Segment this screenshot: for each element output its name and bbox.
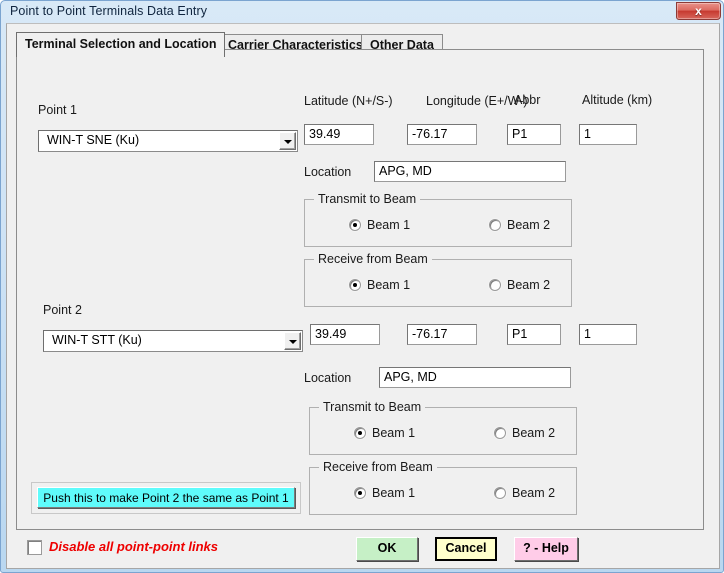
point1-terminal-value: WIN-T SNE (Ku) (47, 133, 140, 147)
point1-transmit-beam1-label: Beam 1 (367, 218, 411, 232)
chevron-down-icon[interactable] (279, 132, 296, 150)
client-area: Terminal Selection and Location Carrier … (6, 23, 720, 569)
tab-page-terminal-selection: Latitude (N+/S-) Longitude (E+/W-) Abbr … (16, 49, 704, 530)
close-icon[interactable]: x (676, 2, 721, 20)
chevron-down-icon[interactable] (284, 332, 301, 350)
radio-dot-icon (489, 219, 501, 231)
longitude-header: Longitude (E+/W-) (426, 94, 528, 108)
point2-terminal-combobox[interactable]: WIN-T STT (Ku) (43, 330, 303, 352)
point2-transmit-beam1-label: Beam 1 (372, 426, 416, 440)
disable-all-point-point-links-checkbox[interactable] (27, 540, 42, 555)
point2-terminal-value: WIN-T STT (Ku) (52, 333, 142, 347)
titlebar: Point to Point Terminals Data Entry x (1, 1, 723, 23)
point1-longitude-input[interactable]: -76.17 (407, 124, 477, 145)
point2-transmit-group-title: Transmit to Beam (319, 400, 426, 414)
tab-terminal-selection-and-location[interactable]: Terminal Selection and Location (16, 32, 226, 57)
point2-latitude-input[interactable]: 39.49 (310, 324, 380, 345)
dialog-window: Point to Point Terminals Data Entry x Te… (0, 0, 724, 573)
point2-receive-beam2-label: Beam 2 (512, 486, 556, 500)
point1-abbr-input[interactable]: P1 (507, 124, 561, 145)
radio-dot-icon (489, 279, 501, 291)
cancel-button[interactable]: Cancel (435, 537, 497, 561)
point1-location-input[interactable]: APG, MD (374, 161, 566, 182)
disable-all-point-point-links-label: Disable all point-point links (49, 539, 219, 554)
point1-receive-beam1-label: Beam 1 (367, 278, 411, 292)
point1-latitude-input[interactable]: 39.49 (304, 124, 374, 145)
point2-location-label: Location (304, 371, 352, 385)
radio-dot-icon (349, 279, 361, 291)
radio-dot-icon (494, 487, 506, 499)
point1-receive-beam2-label: Beam 2 (507, 278, 551, 292)
make-point2-same-as-point1-button[interactable]: Push this to make Point 2 the same as Po… (37, 487, 295, 508)
abbr-header: Abbr (514, 93, 541, 107)
point1-receive-from-beam-group: Receive from Beam Beam 1 Beam 2 (304, 252, 572, 307)
point2-receive-from-beam-group: Receive from Beam Beam 1 Beam 2 (309, 460, 577, 515)
point1-transmit-group-title: Transmit to Beam (314, 192, 421, 206)
point1-terminal-combobox[interactable]: WIN-T SNE (Ku) (38, 130, 298, 152)
point1-altitude-input[interactable]: 1 (579, 124, 637, 145)
help-button[interactable]: ? - Help (514, 537, 578, 561)
ok-button[interactable]: OK (356, 537, 418, 561)
point2-transmit-beam2-label: Beam 2 (512, 426, 556, 440)
point1-transmit-to-beam-group: Transmit to Beam Beam 1 Beam 2 (304, 192, 572, 247)
point2-abbr-input[interactable]: P1 (507, 324, 561, 345)
latitude-header: Latitude (N+/S-) (304, 94, 393, 108)
altitude-header: Altitude (km) (582, 93, 653, 107)
point2-altitude-input[interactable]: 1 (579, 324, 637, 345)
dialog-footer: Disable all point-point links OK Cancel … (16, 536, 704, 562)
point1-label: Point 1 (38, 103, 77, 117)
radio-dot-icon (354, 427, 366, 439)
radio-dot-icon (354, 487, 366, 499)
point2-longitude-input[interactable]: -76.17 (407, 324, 477, 345)
point1-transmit-beam2-label: Beam 2 (507, 218, 551, 232)
point2-label: Point 2 (43, 303, 82, 317)
radio-dot-icon (494, 427, 506, 439)
point2-receive-group-title: Receive from Beam (319, 460, 437, 474)
window-title: Point to Point Terminals Data Entry (10, 4, 208, 18)
point1-receive-group-title: Receive from Beam (314, 252, 432, 266)
point1-location-label: Location (304, 165, 352, 179)
point2-transmit-to-beam-group: Transmit to Beam Beam 1 Beam 2 (309, 400, 577, 455)
radio-dot-icon (349, 219, 361, 231)
point2-location-input[interactable]: APG, MD (379, 367, 571, 388)
point2-receive-beam1-label: Beam 1 (372, 486, 416, 500)
